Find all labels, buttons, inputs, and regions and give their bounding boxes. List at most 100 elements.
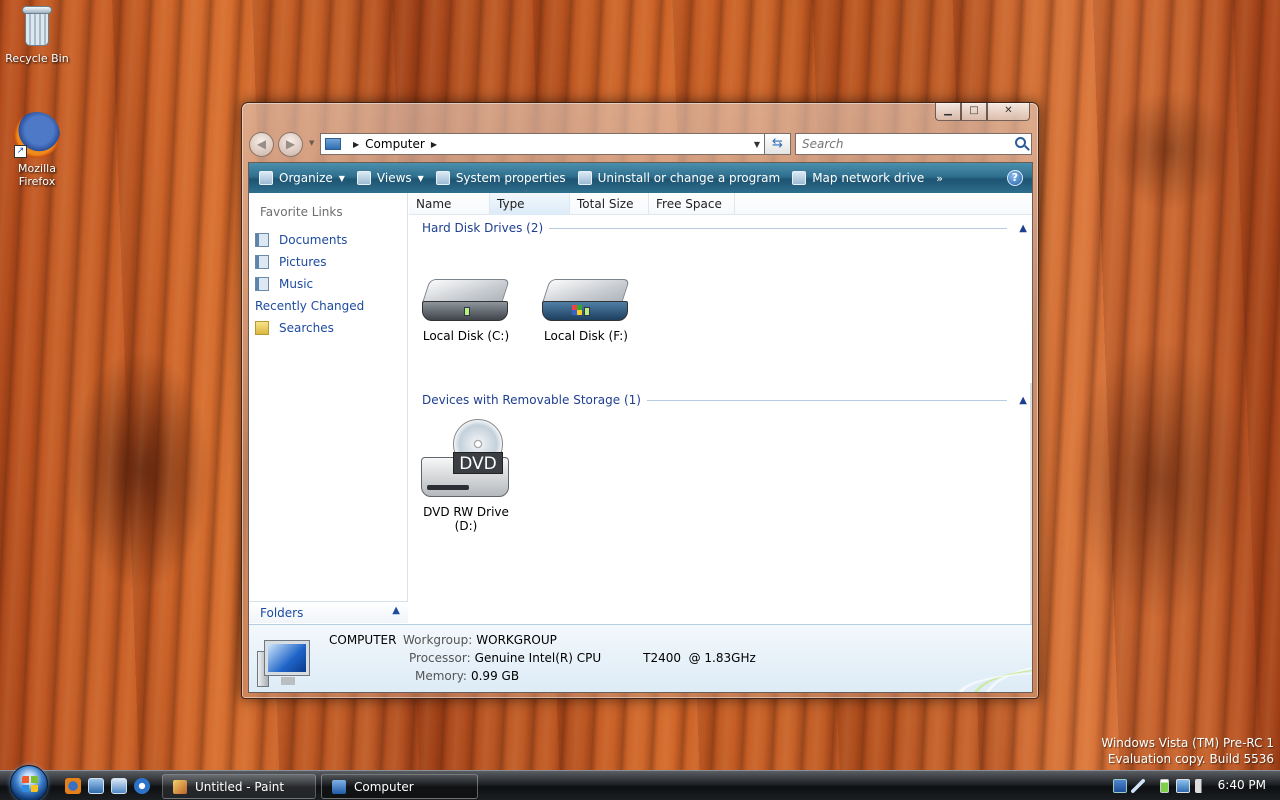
processor-row: Processor: Genuine Intel(R) CPU T2400 @ … bbox=[409, 651, 756, 665]
drive-label: Local Disk (C:) bbox=[422, 329, 510, 343]
back-button[interactable]: ◀ bbox=[249, 132, 274, 157]
breadcrumb-arrow-icon[interactable]: ▶ bbox=[353, 140, 359, 149]
dvd-badge: DVD bbox=[453, 452, 503, 474]
desktop-icon-firefox[interactable]: ↗ Mozilla Firefox bbox=[0, 112, 74, 188]
uninstall-icon bbox=[577, 171, 592, 185]
task-label: Computer bbox=[354, 779, 414, 794]
computer-icon bbox=[257, 640, 313, 689]
taskbar-button-computer[interactable]: Computer bbox=[321, 774, 478, 799]
address-bar[interactable]: ▶ Computer ▶ ▼ bbox=[320, 133, 765, 155]
desktop-icon-label: Recycle Bin bbox=[5, 52, 69, 65]
group-title: Hard Disk Drives (2) bbox=[422, 221, 544, 235]
search-input[interactable] bbox=[802, 137, 1002, 151]
dvd-drive-icon: DVD bbox=[421, 419, 511, 505]
workgroup-row: Workgroup: WORKGROUP bbox=[403, 633, 557, 647]
maximize-button[interactable]: □ bbox=[961, 103, 987, 121]
drive-item-f[interactable]: Local Disk (F:) bbox=[531, 279, 641, 343]
window-controls: ▁ □ ✕ bbox=[935, 103, 1030, 121]
processor-key: Processor: bbox=[409, 651, 471, 665]
recycle-bin-icon bbox=[20, 4, 54, 48]
forward-button[interactable]: ▶ bbox=[278, 132, 303, 157]
input-language-icon[interactable] bbox=[1113, 779, 1127, 793]
drive-label: Local Disk (F:) bbox=[544, 329, 628, 343]
breadcrumb-arrow-icon[interactable]: ▶ bbox=[431, 140, 437, 149]
paint-icon bbox=[173, 779, 187, 794]
processor-value: Genuine Intel(R) CPU T2400 @ 1.83GHz bbox=[474, 651, 756, 665]
favorite-links-list: Documents Pictures Music Recently Change… bbox=[255, 229, 815, 339]
quick-launch-internet-explorer-icon[interactable] bbox=[134, 778, 150, 794]
favorite-link-music[interactable]: Music bbox=[255, 273, 364, 295]
chevron-up-icon[interactable]: ▲ bbox=[1019, 223, 1027, 234]
quick-launch-switch-windows-icon[interactable] bbox=[111, 778, 127, 794]
taskbar-button-paint[interactable]: Untitled - Paint bbox=[162, 774, 316, 799]
column-header-name[interactable]: Name bbox=[409, 193, 490, 215]
computer-icon bbox=[325, 138, 341, 150]
favorite-link-documents[interactable]: Documents bbox=[255, 229, 364, 251]
build-watermark: Windows Vista (TM) Pre-RC 1 Evaluation c… bbox=[1101, 735, 1274, 767]
quick-launch-show-desktop-icon[interactable] bbox=[88, 778, 104, 794]
group-header-hard-disks[interactable]: Hard Disk Drives (2) ▲ bbox=[422, 220, 1027, 236]
computer-name: COMPUTER bbox=[329, 633, 397, 647]
favorite-link-label: Searches bbox=[279, 321, 334, 335]
group-divider bbox=[646, 399, 1008, 401]
organize-button[interactable]: Organize ▼ bbox=[253, 163, 351, 193]
close-button[interactable]: ✕ bbox=[987, 103, 1030, 121]
favorite-link-searches[interactable]: Searches bbox=[255, 317, 364, 339]
favorite-link-label: Music bbox=[279, 277, 314, 291]
group-divider bbox=[549, 227, 1008, 229]
views-button[interactable]: Views ▼ bbox=[351, 163, 430, 193]
organize-label: Organize bbox=[279, 171, 333, 185]
favorite-link-label: Documents bbox=[279, 233, 348, 247]
quick-launch-firefox-icon[interactable] bbox=[65, 778, 81, 794]
more-commands-button[interactable]: » bbox=[930, 172, 949, 185]
chevron-down-icon: ▼ bbox=[417, 173, 424, 183]
system-properties-button[interactable]: System properties bbox=[430, 163, 572, 193]
favorite-link-label: Recently Changed bbox=[255, 299, 365, 313]
address-dropdown-icon[interactable]: ▼ bbox=[754, 140, 760, 149]
uninstall-label: Uninstall or change a program bbox=[597, 171, 781, 185]
uninstall-program-button[interactable]: Uninstall or change a program bbox=[572, 163, 787, 193]
searches-folder-icon bbox=[255, 321, 269, 335]
battery-icon[interactable] bbox=[1160, 779, 1169, 793]
drive-item-c[interactable]: Local Disk (C:) bbox=[411, 279, 521, 343]
network-icon[interactable] bbox=[1176, 779, 1190, 793]
drive-item-d[interactable]: DVD DVD RW Drive (D:) bbox=[411, 419, 521, 533]
watermark-line-2: Evaluation copy. Build 5536 bbox=[1107, 752, 1274, 766]
map-network-drive-button[interactable]: Map network drive bbox=[786, 163, 930, 193]
pictures-icon bbox=[255, 255, 269, 269]
column-header-total-size[interactable]: Total Size bbox=[570, 193, 649, 215]
map-network-drive-label: Map network drive bbox=[812, 171, 925, 185]
navigation-pane: Favorite Links Documents Pictures Music … bbox=[249, 193, 815, 623]
favorite-links-heading: Favorite Links bbox=[260, 205, 343, 219]
volume-icon[interactable] bbox=[1195, 779, 1209, 793]
column-header-type[interactable]: ˄ Type bbox=[490, 190, 570, 215]
taskbar: Untitled - Paint Computer 6:40 PM bbox=[0, 765, 1280, 800]
search-box[interactable] bbox=[795, 133, 1032, 155]
group-title: Devices with Removable Storage (1) bbox=[422, 393, 641, 407]
favorite-link-recently-changed[interactable]: Recently Changed bbox=[255, 231, 815, 317]
clock[interactable]: 6:40 PM bbox=[1218, 778, 1266, 792]
recent-pages-dropdown[interactable]: ▼ bbox=[309, 139, 314, 147]
chevron-up-icon: ▲ bbox=[392, 605, 400, 616]
start-button[interactable] bbox=[10, 765, 48, 800]
memory-value: 0.99 GB bbox=[470, 669, 520, 683]
views-icon bbox=[356, 171, 371, 185]
chevron-up-icon[interactable]: ▲ bbox=[1019, 395, 1027, 406]
help-icon[interactable]: ? bbox=[1007, 170, 1023, 186]
decorative-swoosh bbox=[904, 625, 1032, 692]
search-icon[interactable] bbox=[1015, 137, 1026, 148]
command-bar: Organize ▼ Views ▼ System properties Uni… bbox=[249, 163, 1032, 193]
favorite-link-pictures[interactable]: Pictures bbox=[255, 251, 364, 273]
drive-label: DVD RW Drive (D:) bbox=[423, 505, 509, 533]
refresh-button[interactable]: ⇆ bbox=[765, 133, 791, 155]
watermark-line-1: Windows Vista (TM) Pre-RC 1 bbox=[1101, 736, 1274, 750]
group-header-removable-storage[interactable]: Devices with Removable Storage (1) ▲ bbox=[422, 392, 1027, 408]
column-header-free-space[interactable]: Free Space bbox=[649, 193, 735, 215]
desktop-icon-recycle-bin[interactable]: Recycle Bin bbox=[0, 4, 74, 65]
folders-toggle[interactable]: Folders ▲ bbox=[249, 601, 408, 623]
breadcrumb-computer[interactable]: Computer bbox=[365, 137, 425, 151]
pen-input-icon[interactable] bbox=[1131, 779, 1145, 793]
minimize-button[interactable]: ▁ bbox=[935, 103, 961, 121]
navigation-bar: ◀ ▶ ▼ ▶ Computer ▶ ▼ ⇆ bbox=[249, 131, 1032, 157]
documents-icon bbox=[255, 233, 269, 247]
